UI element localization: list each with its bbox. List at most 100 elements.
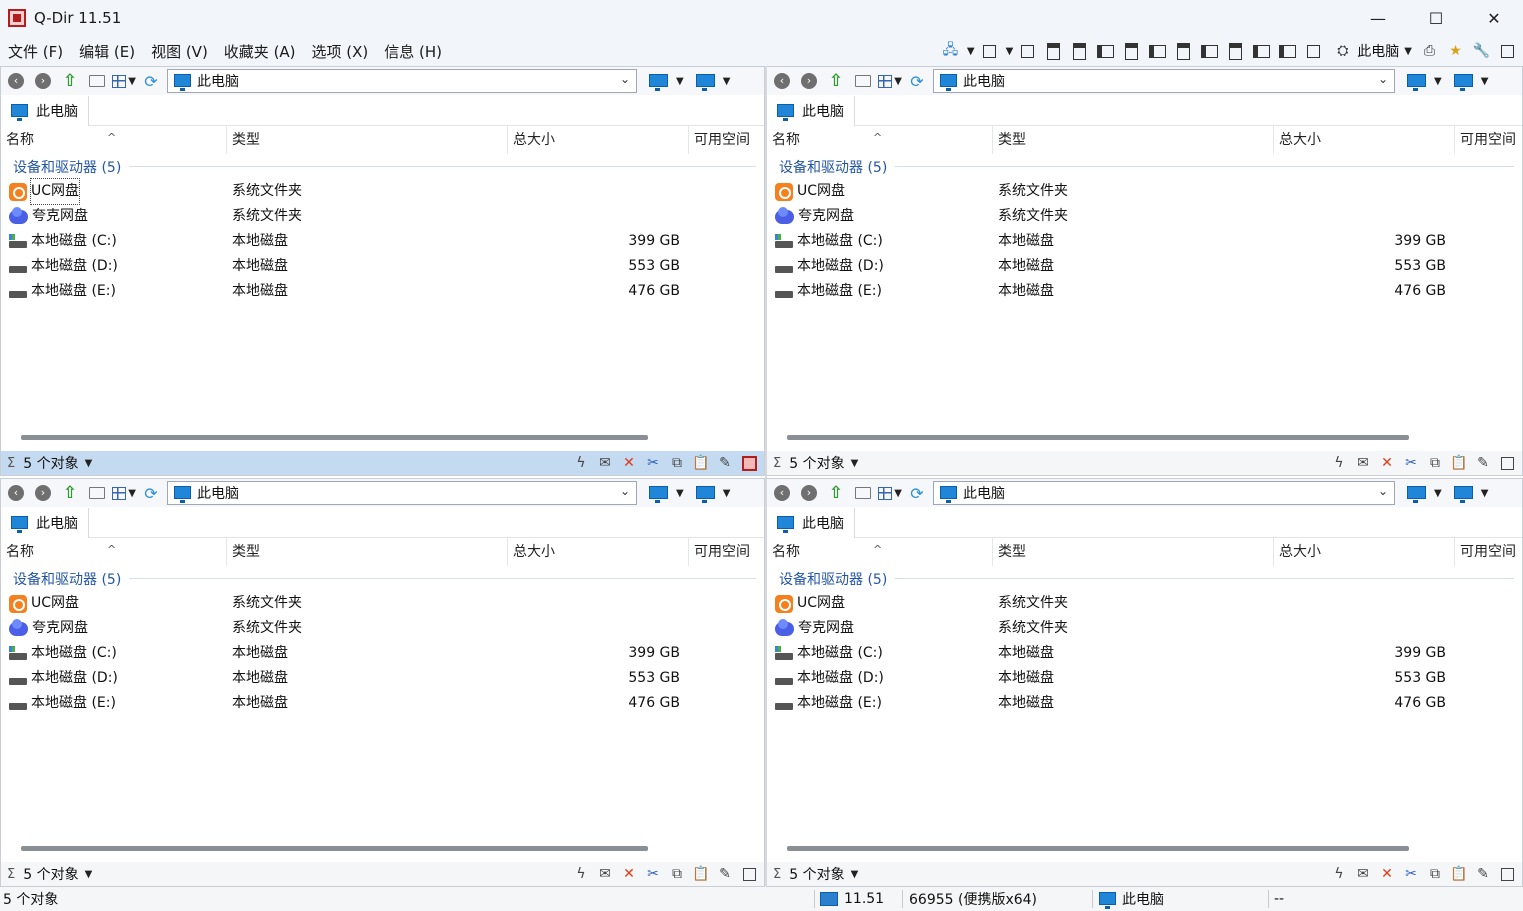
back-button[interactable]: ‹	[770, 481, 794, 505]
file-list-row[interactable]: UC网盘 系统文件夹	[767, 179, 1522, 204]
properties-icon[interactable]: ✎	[1472, 452, 1494, 474]
file-list-row[interactable]: 本地磁盘 (E:) 本地磁盘 476 GB	[1, 691, 764, 716]
layout-e-icon[interactable]	[1224, 41, 1247, 61]
pane-window-icon[interactable]	[1496, 863, 1518, 885]
address-bar[interactable]: 此电脑 ⌄	[933, 69, 1395, 93]
location-dropdown[interactable]: ⛭ 此电脑 ▼	[1331, 41, 1412, 61]
pane-window-icon[interactable]	[738, 452, 760, 474]
folder-button[interactable]	[85, 69, 109, 93]
network-drive-icon[interactable]: 🖧	[939, 41, 962, 61]
chevron-down-icon[interactable]: ▼	[851, 869, 859, 880]
column-header-type[interactable]: 类型	[227, 538, 508, 566]
delete-icon[interactable]: ✕	[618, 452, 640, 474]
layout-4-icon[interactable]	[1016, 41, 1039, 61]
column-header-free[interactable]: 可用空间	[1455, 126, 1522, 154]
file-list-row[interactable]: 本地磁盘 (D:) 本地磁盘 553 GB	[1, 254, 764, 279]
quick-action-icon[interactable]: ϟ	[570, 863, 592, 885]
quick-action-icon[interactable]: ϟ	[1328, 863, 1350, 885]
file-list-row[interactable]: 本地磁盘 (C:) 本地磁盘 399 GB	[1, 229, 764, 254]
address-bar[interactable]: 此电脑 ⌄	[167, 481, 637, 505]
rename-icon[interactable]: ✉	[1352, 863, 1374, 885]
menu-file[interactable]: 文件 (F)	[0, 41, 71, 62]
file-list-row[interactable]: 本地磁盘 (E:) 本地磁盘 476 GB	[767, 279, 1522, 304]
view-mode-button[interactable]: ▼	[112, 481, 136, 505]
file-list-row[interactable]: UC网盘 系统文件夹	[1, 178, 764, 205]
window-icon[interactable]	[1496, 41, 1519, 61]
maximize-button[interactable]: ☐	[1407, 0, 1465, 36]
chevron-down-icon[interactable]: ⌄	[1378, 484, 1388, 498]
tab-this-pc[interactable]: 此电脑	[767, 508, 855, 538]
copy-icon[interactable]: ⧉	[666, 863, 688, 885]
file-list-row[interactable]: 本地磁盘 (C:) 本地磁盘 399 GB	[1, 641, 764, 666]
pane-computer-button[interactable]: ▼	[1448, 73, 1488, 91]
copy-icon[interactable]: ⧉	[1424, 863, 1446, 885]
forward-button[interactable]: ›	[797, 69, 821, 93]
file-list-row[interactable]: 本地磁盘 (D:) 本地磁盘 553 GB	[1, 666, 764, 691]
minimize-button[interactable]: —	[1349, 0, 1407, 36]
file-list-row[interactable]: 本地磁盘 (C:) 本地磁盘 399 GB	[767, 641, 1522, 666]
horizontal-scrollbar[interactable]	[21, 846, 648, 851]
rename-icon[interactable]: ✉	[1352, 452, 1374, 474]
back-button[interactable]: ‹	[4, 481, 28, 505]
pane-window-icon[interactable]	[1496, 452, 1518, 474]
menu-favorites[interactable]: 收藏夹 (A)	[216, 41, 304, 62]
file-list-row[interactable]: 夸克网盘 系统文件夹	[767, 204, 1522, 229]
horizontal-scrollbar[interactable]	[787, 846, 1409, 851]
rename-icon[interactable]: ✉	[594, 452, 616, 474]
view-mode-button[interactable]: ▼	[878, 69, 902, 93]
layout-a-icon[interactable]	[1120, 41, 1143, 61]
group-header[interactable]: 设备和驱动器 (5)	[767, 154, 1522, 179]
file-list-row[interactable]: UC网盘 系统文件夹	[767, 591, 1522, 616]
layout-b-icon[interactable]	[1146, 41, 1169, 61]
group-header[interactable]: 设备和驱动器 (5)	[1, 566, 764, 591]
pane-desktop-button[interactable]: ▼	[1401, 485, 1442, 503]
horizontal-scrollbar[interactable]	[21, 435, 648, 440]
folder-button[interactable]	[851, 481, 875, 505]
layout-d-icon[interactable]	[1198, 41, 1221, 61]
file-list-row[interactable]: UC网盘 系统文件夹	[1, 591, 764, 616]
address-bar[interactable]: 此电脑 ⌄	[933, 481, 1395, 505]
layout-c-icon[interactable]	[1172, 41, 1195, 61]
column-header-type[interactable]: 类型	[227, 126, 508, 154]
up-button[interactable]: ⇧	[824, 69, 848, 93]
address-bar[interactable]: 此电脑 ⌄	[167, 69, 637, 93]
copy-icon[interactable]: ⧉	[1424, 452, 1446, 474]
chevron-down-icon[interactable]: ⌄	[1378, 72, 1388, 86]
file-list-row[interactable]: 本地磁盘 (C:) 本地磁盘 399 GB	[767, 229, 1522, 254]
folder-button[interactable]	[85, 481, 109, 505]
forward-button[interactable]: ›	[31, 69, 55, 93]
column-header-size[interactable]: 总大小	[1274, 538, 1455, 566]
layout-grid-icon[interactable]	[978, 41, 1001, 61]
back-button[interactable]: ‹	[4, 69, 28, 93]
printer-icon[interactable]: ⎙	[1418, 41, 1441, 61]
chevron-down-icon[interactable]: ▼	[85, 458, 93, 469]
folder-button[interactable]	[851, 69, 875, 93]
chevron-down-icon[interactable]: ⌄	[620, 72, 630, 86]
chevron-down-icon[interactable]: ⌄	[620, 484, 630, 498]
group-header[interactable]: 设备和驱动器 (5)	[767, 566, 1522, 591]
paste-icon[interactable]: 📋	[1448, 863, 1470, 885]
column-header-name[interactable]: 名称 ^	[1, 538, 227, 566]
pane-computer-button[interactable]: ▼	[690, 73, 730, 91]
pane-computer-button[interactable]: ▼	[690, 485, 730, 503]
tab-this-pc[interactable]: 此电脑	[767, 96, 855, 126]
layout-g-icon[interactable]	[1276, 41, 1299, 61]
menu-edit[interactable]: 编辑 (E)	[71, 41, 143, 62]
up-button[interactable]: ⇧	[58, 69, 82, 93]
file-list-row[interactable]: 本地磁盘 (E:) 本地磁盘 476 GB	[767, 691, 1522, 716]
back-button[interactable]: ‹	[770, 69, 794, 93]
copy-icon[interactable]: ⧉	[666, 452, 688, 474]
delete-icon[interactable]: ✕	[618, 863, 640, 885]
column-header-name[interactable]: 名称 ^	[767, 538, 993, 566]
file-list-row[interactable]: 夸克网盘 系统文件夹	[1, 616, 764, 641]
pane-desktop-button[interactable]: ▼	[1401, 73, 1442, 91]
pane-desktop-button[interactable]: ▼	[643, 485, 684, 503]
tab-this-pc[interactable]: 此电脑	[1, 96, 89, 126]
layout-2h-icon[interactable]	[1068, 41, 1091, 61]
refresh-button[interactable]: ⟳	[905, 481, 929, 505]
file-list-row[interactable]: 夸克网盘 系统文件夹	[1, 204, 764, 229]
favorites-star-icon[interactable]: ★	[1444, 41, 1467, 61]
file-list-row[interactable]: 本地磁盘 (E:) 本地磁盘 476 GB	[1, 279, 764, 304]
column-header-type[interactable]: 类型	[993, 538, 1274, 566]
menu-info[interactable]: 信息 (H)	[376, 41, 450, 62]
